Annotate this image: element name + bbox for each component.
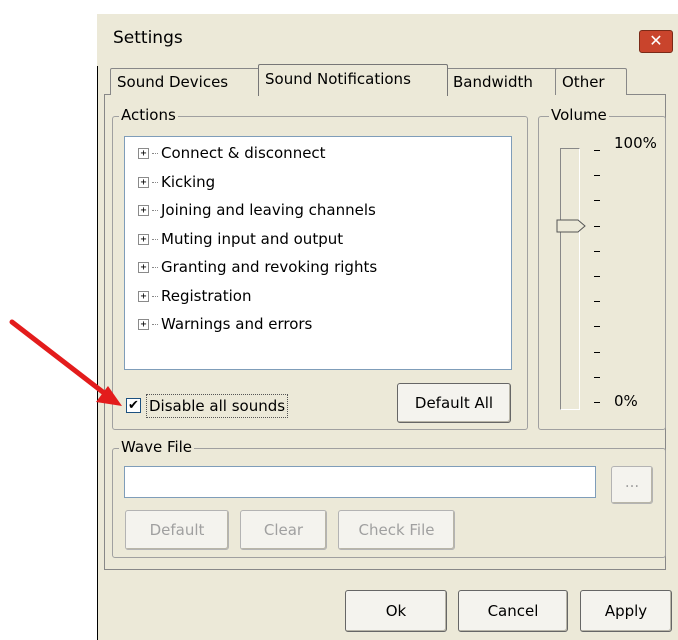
expand-icon[interactable]: + (138, 262, 149, 273)
volume-max-label: 100% (614, 134, 657, 152)
tab-other[interactable]: Other (555, 68, 627, 95)
tree-connector (152, 295, 158, 297)
slider-tick (594, 276, 600, 277)
default-button[interactable]: Default (125, 510, 229, 550)
expand-icon[interactable]: + (138, 233, 149, 245)
apply-button[interactable]: Apply (580, 590, 672, 632)
slider-tick (594, 351, 600, 353)
tab-label: Sound Devices (117, 73, 229, 91)
slider-tick (594, 225, 600, 227)
tree-item-label: Registration (161, 286, 252, 305)
tree-item-label: Muting input and output (161, 229, 344, 248)
tree-item[interactable]: + Granting and revoking rights (138, 256, 377, 278)
expand-icon[interactable]: + (138, 205, 149, 216)
slider-tick (594, 301, 600, 303)
tree-item-label: Kicking (161, 172, 216, 191)
slider-tick (594, 175, 600, 177)
slider-tick (594, 200, 600, 202)
tree-connector (152, 267, 158, 268)
tree-connector (152, 181, 158, 183)
tree-item[interactable]: + Kicking (138, 171, 215, 193)
tab-label: Bandwidth (453, 73, 533, 91)
clear-button[interactable]: Clear (240, 510, 327, 550)
close-button[interactable]: ✕ (639, 30, 673, 53)
tab-bandwidth[interactable]: Bandwidth (446, 68, 560, 95)
tree-connector (152, 324, 158, 325)
tree-item-label: Connect & disconnect (161, 144, 326, 162)
slider-tick (594, 402, 600, 403)
tree-connector (152, 153, 158, 154)
slider-tick (594, 150, 600, 151)
wave-file-group-label: Wave File (119, 438, 195, 456)
disable-all-sounds-label[interactable]: Disable all sounds (146, 394, 289, 418)
wave-file-input[interactable] (124, 466, 596, 498)
ok-button[interactable]: Ok (345, 590, 447, 632)
volume-group (538, 116, 666, 430)
volume-slider-thumb[interactable] (556, 219, 586, 233)
slider-tick (594, 326, 600, 328)
tab-sound-notifications[interactable]: Sound Notifications (258, 64, 448, 96)
tree-item[interactable]: + Connect & disconnect (138, 142, 326, 164)
tree-item[interactable]: + Warnings and errors (138, 313, 312, 335)
expand-icon[interactable]: + (138, 148, 149, 159)
close-icon: ✕ (649, 31, 663, 50)
browse-button[interactable]: ... (611, 466, 653, 504)
tree-connector (152, 210, 158, 211)
tree-item[interactable]: + Joining and leaving channels (138, 199, 376, 221)
tab-label: Other (562, 73, 605, 91)
window-title: Settings (113, 28, 183, 48)
volume-min-label: 0% (614, 392, 638, 410)
slider-tick (594, 250, 600, 252)
expand-icon[interactable]: + (138, 290, 149, 302)
tree-connector (152, 238, 158, 240)
annotation-arrow-icon (9, 319, 122, 406)
tree-item-label: Warnings and errors (161, 315, 313, 333)
slider-tick (594, 376, 600, 378)
tree-item[interactable]: + Muting input and output (138, 228, 343, 250)
tree-item[interactable]: + Registration (138, 285, 251, 307)
check-file-button[interactable]: Check File (338, 510, 455, 550)
tree-item-label: Joining and leaving channels (161, 201, 376, 219)
tree-item-label: Granting and revoking rights (161, 258, 378, 276)
volume-group-label: Volume (549, 106, 609, 124)
volume-slider-track[interactable] (560, 148, 580, 410)
expand-icon[interactable]: + (138, 176, 149, 188)
title-bar (97, 14, 678, 66)
tab-sound-devices[interactable]: Sound Devices (110, 68, 265, 95)
actions-group-label: Actions (119, 106, 178, 124)
default-all-button[interactable]: Default All (397, 383, 511, 423)
cancel-button[interactable]: Cancel (458, 590, 568, 632)
expand-icon[interactable]: + (138, 319, 149, 330)
tab-label: Sound Notifications (265, 70, 411, 88)
